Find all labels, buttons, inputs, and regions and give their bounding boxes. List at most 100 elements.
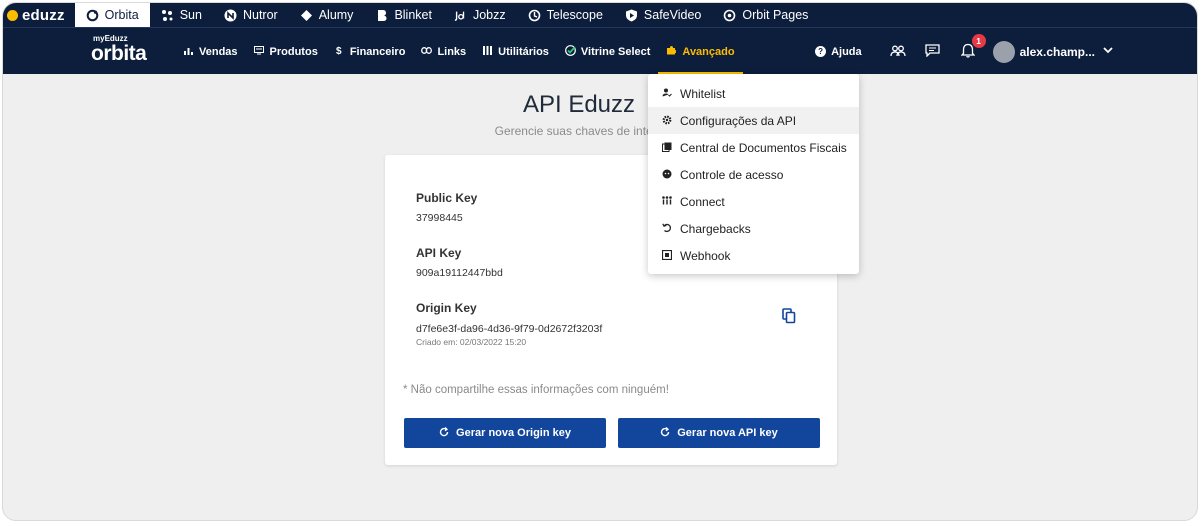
app-tab-label: Jobzz <box>472 8 506 22</box>
sun-icon <box>161 9 174 22</box>
app-tab-label: Sun <box>179 8 202 22</box>
nav-items: Vendas Produtos $ Financeiro Links Utili… <box>175 28 743 75</box>
app-tab-safevideo[interactable]: SafeVideo <box>614 3 712 27</box>
nav-item-label: Utilitários <box>498 45 549 58</box>
warning-text: * Não compartilhe essas informações com … <box>403 384 669 396</box>
puzzle-icon <box>666 45 677 58</box>
menu-item-label: Chargebacks <box>680 221 751 236</box>
bar-chart-icon <box>183 46 193 58</box>
nav-item-label: Financeiro <box>349 45 406 58</box>
menu-item-label: Controle de acesso <box>680 167 784 182</box>
app-tab-jobzz[interactable]: Jobzz <box>443 3 517 27</box>
avatar <box>992 40 1015 63</box>
person-check-icon <box>662 88 672 99</box>
menu-item-documentos-fiscais[interactable]: Central de Documentos Fiscais <box>648 134 859 161</box>
api-key-label: API Key <box>416 246 462 260</box>
created-date: Criado em: 02/03/2022 15:20 <box>416 337 527 347</box>
blinket-icon <box>375 9 388 22</box>
user-menu[interactable]: alex.champ... <box>992 40 1113 63</box>
button-label: Gerar nova Origin key <box>456 427 571 439</box>
menu-item-whitelist[interactable]: Whitelist <box>648 80 859 107</box>
app-tab-alumy[interactable]: Alumy <box>289 3 365 27</box>
telescope-icon <box>528 9 541 22</box>
eduzz-logo-text: eduzz <box>22 6 65 24</box>
menu-item-webhook[interactable]: Webhook <box>648 242 859 269</box>
nav-item-financeiro[interactable]: $ Financeiro <box>326 28 414 75</box>
app-tab-orbit-pages[interactable]: Orbit Pages <box>712 3 819 27</box>
nav-item-label: Avançado <box>682 45 735 58</box>
app-tab-label: Orbita <box>104 8 139 22</box>
chat-icon[interactable] <box>923 43 943 60</box>
menu-item-label: Central de Documentos Fiscais <box>680 140 847 155</box>
nav-item-label: Links <box>437 45 467 58</box>
page-subtitle: Gerencie suas chaves de integr <box>494 124 664 138</box>
generate-api-key-button[interactable]: Gerar nova API key <box>618 418 820 448</box>
menu-item-label: Connect <box>680 194 725 209</box>
help-link[interactable]: ? Ajuda <box>815 46 862 58</box>
app-tab-label: Nutror <box>242 8 278 22</box>
menu-item-label: Configurações da API <box>680 113 797 128</box>
app-tab-telescope[interactable]: Telescope <box>517 3 614 27</box>
orbit-pages-icon <box>723 9 736 22</box>
menu-item-configuracoes-api[interactable]: Configurações da API <box>648 107 859 134</box>
gear-icon <box>662 115 672 127</box>
menu-item-connect[interactable]: Connect <box>648 188 859 215</box>
dollar-icon: $ <box>336 46 342 57</box>
documents-icon <box>662 142 672 154</box>
app-tab-orbita[interactable]: Orbita <box>74 3 150 27</box>
orbita-logo-big: orbita <box>91 42 147 65</box>
app-tab-label: Blinket <box>394 8 432 22</box>
app-tab-label: SafeVideo <box>643 8 702 22</box>
orbita-logo[interactable]: myEduzz orbita <box>91 35 147 65</box>
menu-item-chargebacks[interactable]: Chargebacks <box>648 215 859 242</box>
nav-item-produtos[interactable]: Produtos <box>246 28 326 75</box>
nav-item-label: Vendas <box>199 45 238 58</box>
public-key-value: 37998445 <box>416 212 463 224</box>
eduzz-dot-icon <box>7 9 18 21</box>
link-icon <box>421 46 433 57</box>
help-icon: ? <box>815 46 827 57</box>
app-tab-blinket[interactable]: Blinket <box>364 3 443 27</box>
chevron-down-icon <box>1103 46 1113 57</box>
face-icon <box>662 169 672 181</box>
nav-item-vitrine-select[interactable]: Vitrine Select <box>557 28 659 75</box>
nav-item-label: Produtos <box>269 45 318 58</box>
generate-origin-key-button[interactable]: Gerar nova Origin key <box>404 418 606 448</box>
menu-item-controle-acesso[interactable]: Controle de acesso <box>648 161 859 188</box>
bell-icon[interactable]: 1 <box>958 33 986 61</box>
menu-item-label: Whitelist <box>680 86 726 101</box>
jobzz-icon <box>454 9 467 22</box>
app-tab-sun[interactable]: Sun <box>150 3 213 27</box>
copy-icon[interactable] <box>782 308 798 326</box>
webhook-icon <box>661 249 673 262</box>
grid-icon <box>482 45 492 58</box>
nav-right: ? Ajuda 1 alex.champ... <box>815 28 1113 75</box>
button-label: Gerar nova API key <box>677 427 778 439</box>
main-nav: myEduzz orbita Vendas Produtos $ Finance… <box>3 27 1197 75</box>
refresh-icon <box>439 426 449 440</box>
connect-icon <box>662 196 672 207</box>
origin-key-value: d7fe6e3f-da96-4d36-9f79-0d2672f3203f <box>416 323 603 335</box>
notification-badge: 1 <box>971 33 986 48</box>
avancado-dropdown: Whitelist Configurações da API Central d… <box>648 74 859 274</box>
users-icon[interactable] <box>888 44 908 60</box>
eduzz-logo[interactable]: eduzz <box>3 3 75 27</box>
orbita-icon <box>86 9 99 22</box>
api-key-value: 909a19112447bbd <box>416 267 503 279</box>
nav-item-utilitarios[interactable]: Utilitários <box>474 28 557 75</box>
refresh-icon <box>662 223 672 235</box>
nav-item-vendas[interactable]: Vendas <box>175 28 246 75</box>
nav-item-label: Vitrine Select <box>580 45 651 58</box>
nav-item-links[interactable]: Links <box>413 28 474 75</box>
origin-key-label: Origin Key <box>416 301 477 315</box>
user-name: alex.champ... <box>1019 44 1095 59</box>
app-tab-nutror[interactable]: Nutror <box>213 3 289 27</box>
refresh-icon <box>660 426 670 440</box>
nav-item-avancado[interactable]: Avançado <box>658 28 743 75</box>
menu-item-label: Webhook <box>680 248 731 263</box>
product-icon <box>253 45 264 58</box>
app-tab-label: Telescope <box>546 8 603 22</box>
app-window: eduzz Orbita Sun Nutror Alumy Blinket Jo… <box>2 2 1198 521</box>
help-label: Ajuda <box>831 45 862 58</box>
alumy-icon <box>300 9 313 22</box>
